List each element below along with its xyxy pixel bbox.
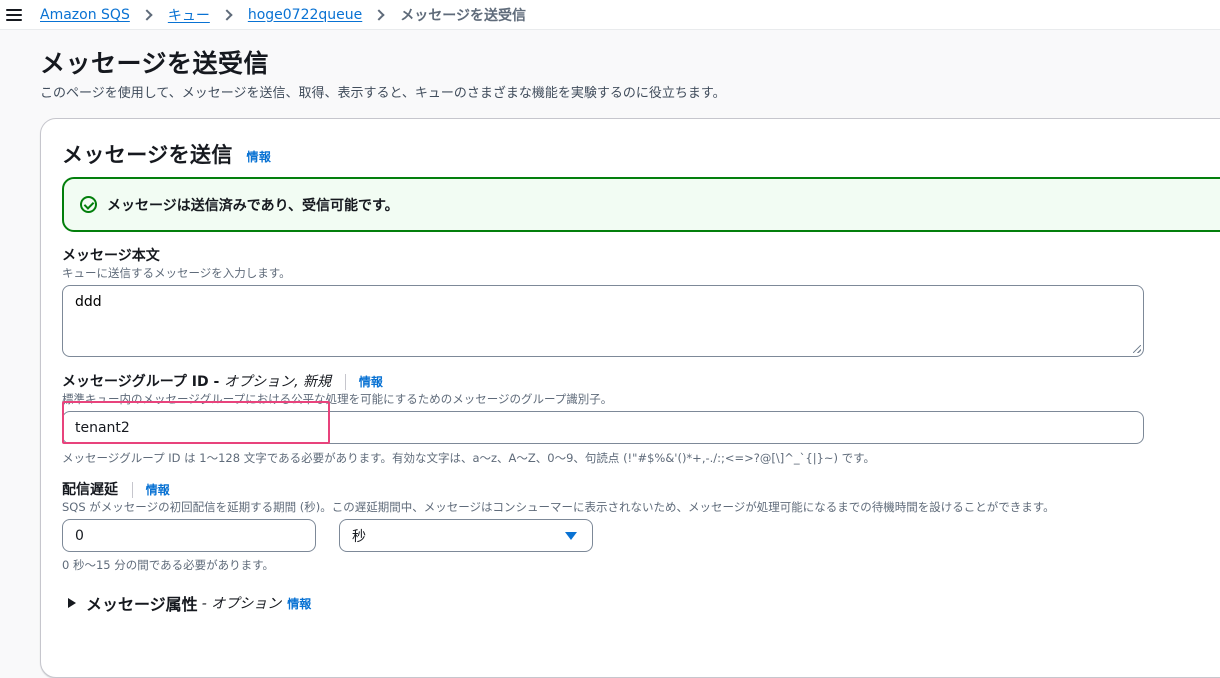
label-divider [344,374,346,390]
delivery-delay-input[interactable] [62,519,316,552]
delivery-delay-description: SQS がメッセージの初回配信を延期する期間 (秒)。この遅延期間中、メッセージ… [62,500,1055,514]
breadcrumb-queues[interactable]: キュー [168,5,210,25]
breadcrumb-bar: Amazon SQS キュー hoge0722queue メッセージを送受信 [0,0,1220,30]
caret-right-icon [68,598,76,608]
message-attributes-info-link[interactable]: 情報 [287,595,311,612]
chevron-right-icon [141,8,153,21]
label-divider [131,482,133,498]
message-attributes-expander[interactable]: メッセージ属性 - オプション 情報 [68,591,311,615]
breadcrumb-current: メッセージを送受信 [400,7,526,24]
hamburger-menu-icon[interactable] [6,8,22,21]
delivery-delay-label: 配信遅延 情報 [62,479,170,499]
message-group-id-label-text: メッセージグループ ID - [62,374,220,390]
message-group-id-label: メッセージグループ ID - オプション, 新規 情報 [62,371,383,391]
delivery-delay-unit-value: 秒 [352,528,366,545]
message-body-label: メッセージ本文 [62,248,160,264]
delivery-delay-label-text: 配信遅延 [62,482,118,498]
check-circle-icon [80,196,97,213]
message-body-input[interactable]: ddd [62,285,1144,357]
chevron-right-icon [373,8,385,21]
message-group-id-input[interactable] [62,411,1144,444]
chevron-right-icon [221,8,233,21]
resize-handle-icon[interactable] [1133,345,1141,353]
delivery-delay-unit-select[interactable]: 秒 [339,519,593,552]
success-alert-text: メッセージは送信済みであり、受信可能です。 [107,197,399,214]
page-title: メッセージを送受信 [40,49,270,78]
message-group-id-optional: オプション, 新規 [224,374,332,390]
success-alert: メッセージは送信済みであり、受信可能です。 [62,177,1220,232]
info-link[interactable]: 情報 [247,150,272,164]
delivery-delay-info-link[interactable]: 情報 [146,483,170,497]
breadcrumb-amazon-sqs[interactable]: Amazon SQS [40,7,130,23]
delivery-delay-constraint: 0 秒〜15 分の間である必要があります。 [62,558,274,572]
message-group-id-constraint: メッセージグループ ID は 1〜128 文字である必要があります。有効な文字は… [62,451,876,465]
message-attributes-title: メッセージ属性 [86,595,198,614]
caret-down-icon [565,532,577,540]
breadcrumb-queue-name[interactable]: hoge0722queue [248,7,362,23]
message-group-id-info-link[interactable]: 情報 [359,375,383,389]
message-group-id-description: 標準キュー内のメッセージグループにおける公平な処理を可能にするためのメッセージの… [62,392,613,406]
message-body-description: キューに送信するメッセージを入力します。 [62,266,291,280]
send-message-heading: メッセージを送信 情報 [62,139,271,169]
send-message-container: メッセージを送信 情報 メッセージは送信済みであり、受信可能です。 メッセージ本… [40,118,1220,678]
page-description: このページを使用して、メッセージを送信、取得、表示すると、キューのさまざまな機能… [40,86,726,101]
send-message-title: メッセージを送信 [62,143,233,167]
message-attributes-optional: - オプション [201,596,282,612]
